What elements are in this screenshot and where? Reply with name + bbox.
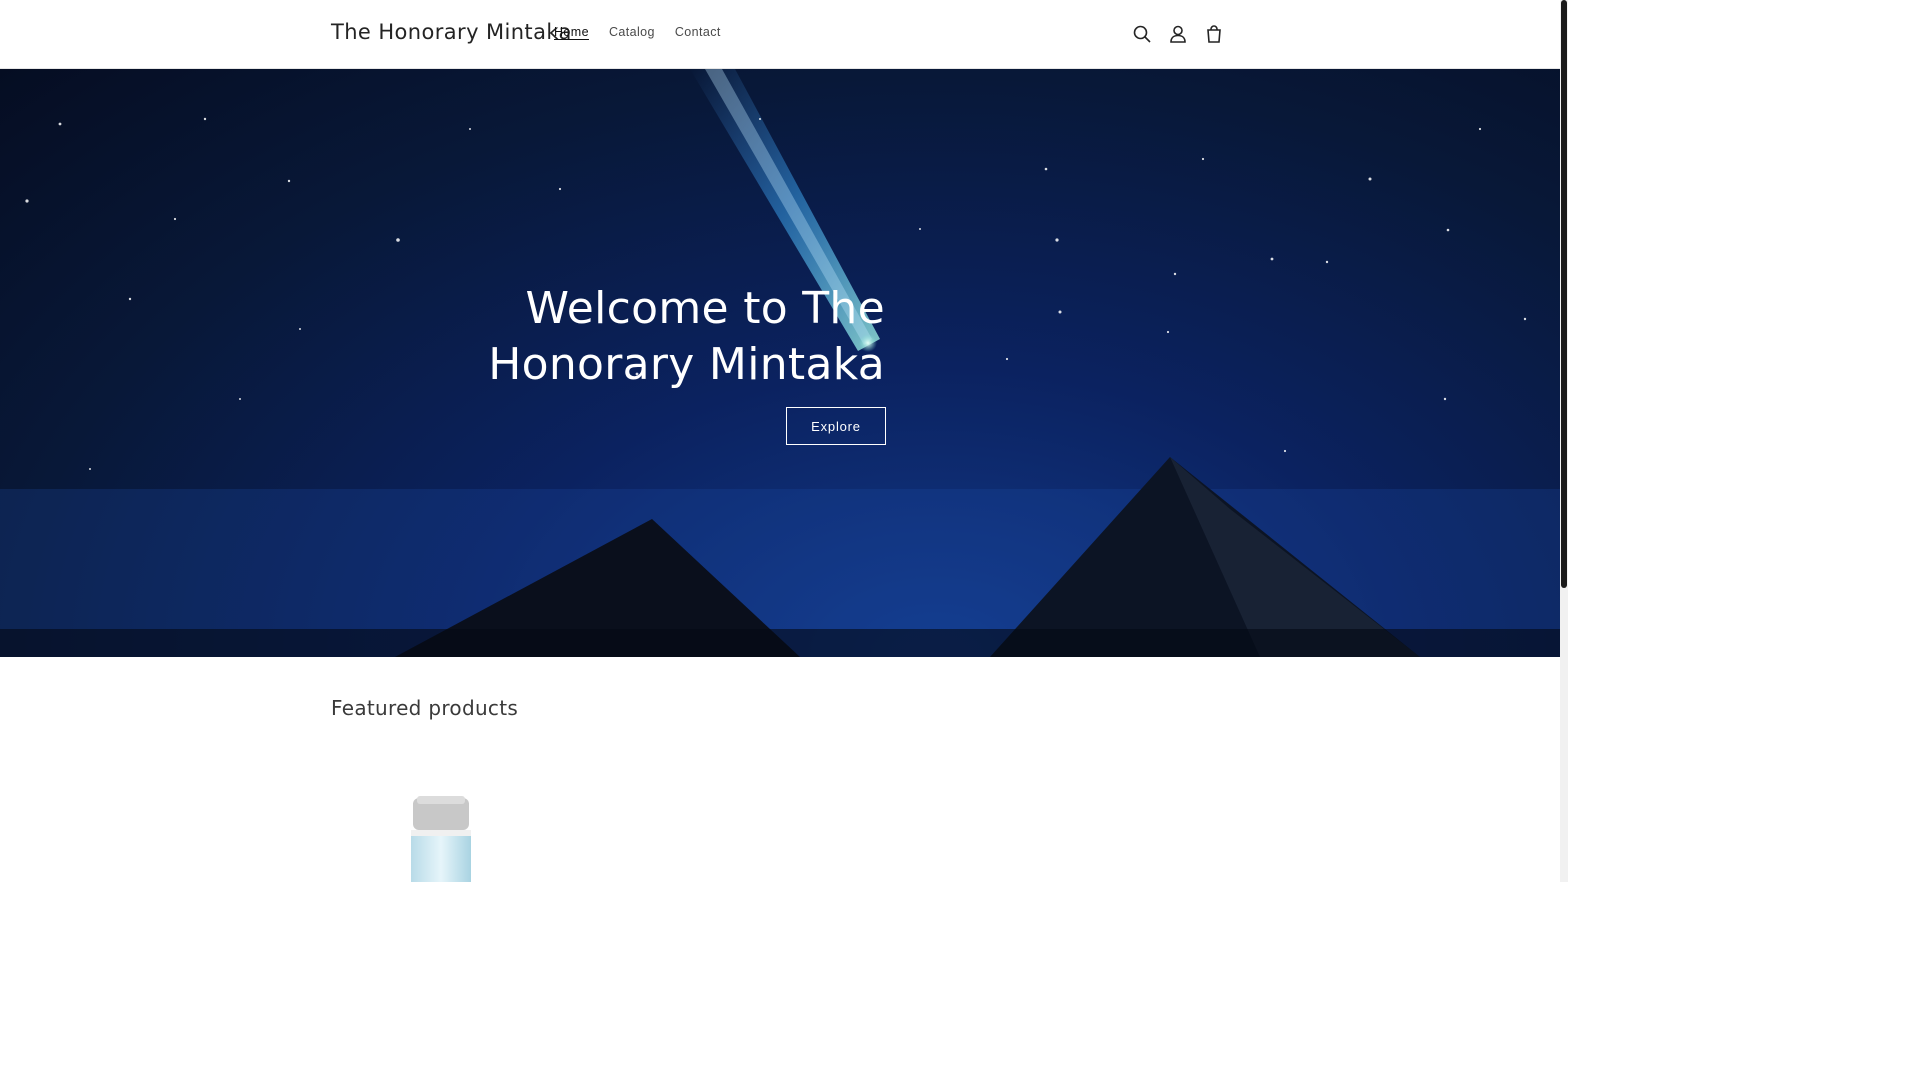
account-icon[interactable] xyxy=(1160,16,1196,52)
nav-contact[interactable]: Contact xyxy=(665,25,731,39)
search-icon[interactable] xyxy=(1124,16,1160,52)
site-header: The Honorary Mintaka Home Catalog Contac… xyxy=(0,0,1560,69)
page-scrollbar[interactable] xyxy=(1560,0,1568,882)
nav-catalog[interactable]: Catalog xyxy=(599,25,665,39)
explore-button[interactable]: Explore xyxy=(786,407,886,445)
scrollbar-thumb[interactable] xyxy=(1561,0,1567,588)
main-nav: Home Catalog Contact xyxy=(544,25,731,39)
hero-title: Welcome to The Honorary Mintaka xyxy=(488,283,885,390)
header-icons xyxy=(1124,16,1232,52)
store-logo-link[interactable]: The Honorary Mintaka xyxy=(331,20,572,44)
nav-home[interactable]: Home xyxy=(544,25,599,39)
product-image[interactable] xyxy=(331,760,551,882)
page: The Honorary Mintaka Home Catalog Contac… xyxy=(0,0,1560,882)
hero-banner: Welcome to The Honorary Mintaka Explore xyxy=(0,69,1560,657)
product-card[interactable] xyxy=(331,760,551,882)
cart-icon[interactable] xyxy=(1196,16,1232,52)
featured-products-title: Featured products xyxy=(331,696,519,720)
